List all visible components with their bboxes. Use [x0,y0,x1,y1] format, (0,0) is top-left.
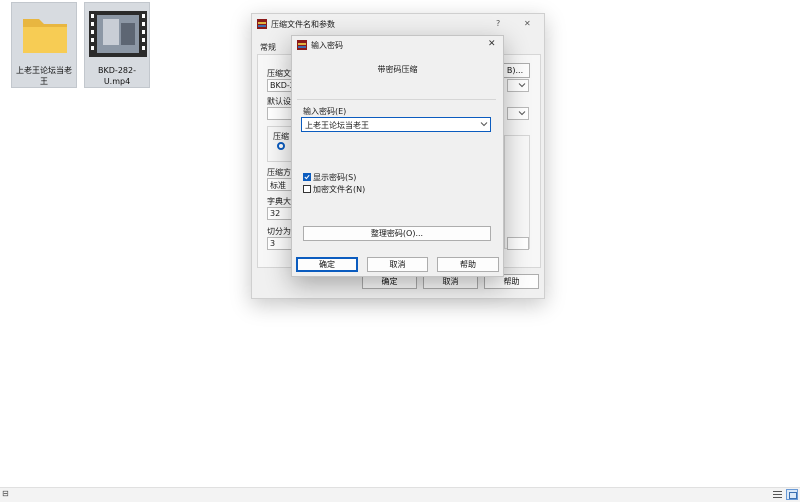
format-radio[interactable] [277,142,285,150]
format-group-label: 压缩 [273,132,289,141]
video-thumbnail-icon [89,11,147,57]
help-icon[interactable]: ? [496,19,500,28]
password-value: 上老王论坛当老王 [305,121,369,130]
taskbar: ⊟ [0,487,800,502]
folder-icon [23,19,67,53]
taskbar-menu-icon[interactable]: ⊟ [2,489,9,498]
winrar-app-icon [257,19,267,29]
password-input[interactable]: 上老王论坛当老王 [301,117,491,132]
default-profile-label: 默认设 [267,97,291,106]
ok-button[interactable]: 确定 [296,257,358,272]
profile-field[interactable] [267,107,294,120]
browse-button[interactable]: B)... [500,63,530,78]
dialog-titlebar: 输入密码 ✕ [292,36,503,54]
show-password-checkbox[interactable] [303,173,311,181]
winrar-app-icon [297,40,307,50]
options-group [504,135,530,249]
method-value: 标准 [270,181,286,190]
archive-name-input[interactable]: BKD-28 [267,79,300,92]
method-label: 压缩方 [267,168,291,177]
close-icon[interactable]: ✕ [524,19,531,28]
dialog-title: 输入密码 [311,41,343,50]
dictionary-size-value: 32 [270,209,281,218]
update-mode-dropdown[interactable] [507,107,529,120]
split-units-dropdown[interactable] [507,237,529,250]
encrypt-filenames-label: 加密文件名(N) [313,185,366,194]
split-volumes-input[interactable]: 3 [267,237,294,250]
chevron-down-icon [518,83,526,88]
password-label: 输入密码(E) [303,107,347,116]
encrypt-filenames-checkbox[interactable] [303,185,311,193]
archive-name-dropdown[interactable] [507,79,529,92]
close-icon[interactable]: ✕ [488,39,496,49]
tab-general[interactable]: 常规 [260,42,276,53]
dictionary-size-label: 字典大 [267,197,291,206]
window-titlebar: 压缩文件名和参数 ? ✕ [252,14,544,36]
chevron-down-icon [518,111,526,116]
chevron-down-icon [480,122,488,127]
split-volumes-value: 3 [270,239,276,248]
desktop-icon-label: 上老王论坛当老王 [16,66,72,86]
split-volumes-label: 切分为 [267,227,291,236]
dialog-header: 带密码压缩 [377,65,418,74]
desktop-icon-folder[interactable]: 上老王论坛当老王 [11,2,77,88]
password-dialog: 输入密码 ✕ 带密码压缩 输入密码(E) 上老王论坛当老王 显示密码(S) 加密… [291,35,504,277]
window-title: 压缩文件名和参数 [271,20,335,29]
checkmark-icon [304,174,310,180]
help-button[interactable]: 帮助 [437,257,499,272]
show-password-label: 显示密码(S) [313,173,357,182]
dictionary-size-select[interactable]: 32 [267,207,294,220]
organize-passwords-button[interactable]: 整理密码(O)... [303,226,491,241]
desktop-icon-video[interactable]: BKD-282-U.mp4 [84,2,150,88]
archive-name-label: 压缩文 [267,69,291,78]
desktop-icon-label: BKD-282-U.mp4 [98,66,136,86]
cancel-button[interactable]: 取消 [367,257,428,272]
method-select[interactable]: 标准 [267,178,294,191]
tile-view-icon[interactable] [786,489,798,500]
list-view-icon[interactable] [773,491,782,499]
